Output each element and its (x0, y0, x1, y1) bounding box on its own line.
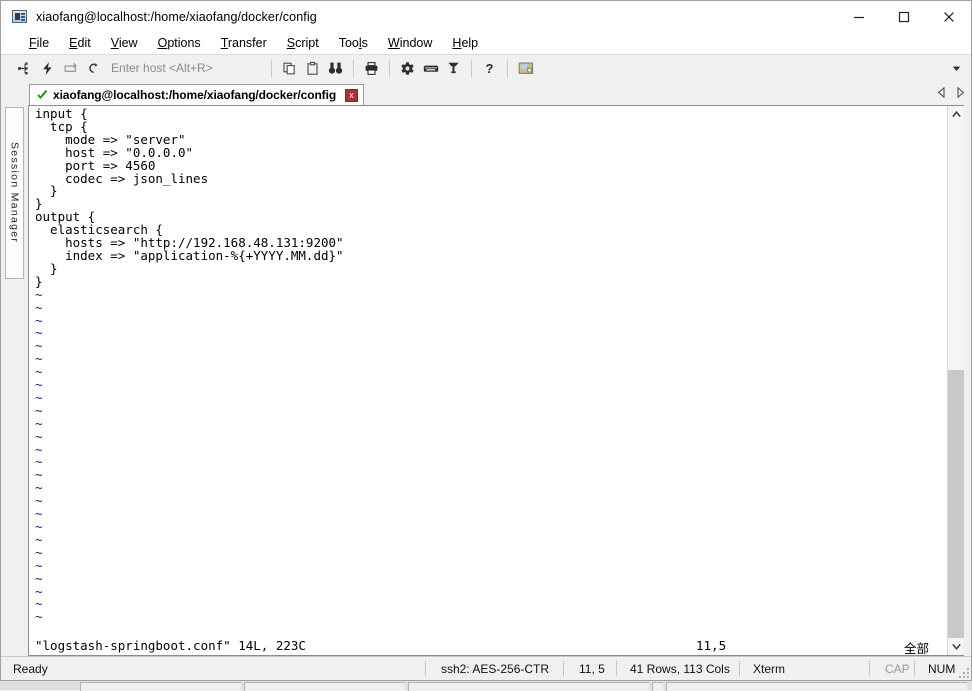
menu-tools[interactable]: Tools (329, 34, 378, 52)
key-icon[interactable] (442, 57, 465, 79)
vim-cursor-position: 11,5 (696, 638, 727, 653)
vim-buffer-content: input { tcp { mode => "server" host => "… (35, 106, 344, 625)
scroll-down-button[interactable] (948, 638, 964, 655)
screen-capture-icon[interactable] (514, 57, 537, 79)
menu-transfer[interactable]: Transfer (211, 34, 277, 52)
find-icon[interactable] (324, 57, 347, 79)
main-area: Session Manager input { tcp { mode => "s… (1, 105, 971, 656)
paste-icon[interactable] (301, 57, 324, 79)
status-divider (425, 661, 426, 676)
quick-connect-icon[interactable] (36, 57, 59, 79)
status-divider (914, 661, 915, 676)
desktop-taskbar (0, 681, 972, 691)
connect-icon[interactable] (13, 57, 36, 79)
status-divider (739, 661, 740, 676)
right-padding (964, 105, 971, 656)
menu-options[interactable]: Options (148, 34, 211, 52)
toolbar-divider (389, 59, 390, 77)
toolbar: Enter host <Alt+R> ? (1, 54, 971, 81)
toolbar-divider (353, 59, 354, 77)
status-bar: Ready ssh2: AES-256-CTR 11, 5 41 Rows, 1… (1, 656, 971, 680)
terminal-scrollbar[interactable] (947, 106, 964, 655)
close-button[interactable] (926, 1, 971, 32)
vim-status-line: "logstash-springboot.conf" 14L, 223C 11,… (35, 638, 943, 655)
status-dimensions: 41 Rows, 113 Cols (630, 661, 730, 676)
print-icon[interactable] (360, 57, 383, 79)
vim-file-info: "logstash-springboot.conf" 14L, 223C (35, 638, 306, 653)
title-bar: xiaofang@localhost:/home/xiaofang/docker… (1, 1, 971, 32)
status-caps-lock: CAP (885, 661, 910, 676)
window-title: xiaofang@localhost:/home/xiaofang/docker… (36, 9, 317, 24)
tab-prev-button[interactable] (937, 85, 946, 103)
svg-text:?: ? (486, 61, 494, 76)
status-cursor-position: 11, 5 (579, 661, 605, 676)
connected-check-icon (36, 89, 49, 102)
session-tab[interactable]: xiaofang@localhost:/home/xiaofang/docker… (29, 84, 365, 105)
reconnect-all-icon[interactable] (59, 57, 82, 79)
vim-empty-line-marker: ~ (35, 609, 43, 625)
scrollbar-track[interactable] (948, 123, 964, 638)
toolbar-divider (507, 59, 508, 77)
menu-file[interactable]: File (19, 34, 59, 52)
scroll-up-button[interactable] (948, 106, 964, 123)
left-dock: Session Manager (1, 105, 28, 656)
securecrt-window: xiaofang@localhost:/home/xiaofang/docker… (0, 0, 972, 681)
status-emulation: Xterm (753, 661, 786, 676)
terminal-panel: input { tcp { mode => "server" host => "… (28, 105, 964, 656)
securecrt-icon (12, 9, 28, 25)
vim-scroll-indicator: 全部 (903, 641, 929, 655)
status-divider (563, 661, 564, 676)
toolbar-divider (471, 59, 472, 77)
settings-gear-icon[interactable] (396, 57, 419, 79)
menu-window[interactable]: Window (378, 34, 442, 52)
maximize-button[interactable] (881, 1, 926, 32)
menu-script[interactable]: Script (277, 34, 329, 52)
menu-bar: File Edit View Options Transfer Script T… (1, 32, 971, 54)
status-divider (869, 661, 870, 676)
host-input[interactable]: Enter host <Alt+R> (111, 61, 259, 75)
toolbar-overflow-button[interactable] (948, 55, 965, 81)
status-encryption: ssh2: AES-256-CTR (441, 661, 550, 676)
minimize-button[interactable] (836, 1, 881, 32)
tab-next-button[interactable] (956, 85, 965, 103)
window-controls (836, 1, 971, 32)
session-manager-label: Session Manager (8, 142, 21, 244)
menu-view[interactable]: View (101, 34, 148, 52)
session-tab-label: xiaofang@localhost:/home/xiaofang/docker… (53, 88, 337, 102)
terminal-text: input { tcp { mode => "server" host => "… (35, 106, 947, 625)
scrollbar-thumb[interactable] (948, 370, 964, 638)
session-tab-bar: xiaofang@localhost:/home/xiaofang/docker… (1, 81, 971, 105)
keyboard-icon[interactable] (419, 57, 442, 79)
tab-close-button[interactable]: x (345, 88, 359, 102)
session-manager-tab[interactable]: Session Manager (5, 107, 24, 279)
copy-icon[interactable] (278, 57, 301, 79)
status-state: Ready (13, 661, 48, 676)
menu-help[interactable]: Help (442, 34, 488, 52)
tab-navigation (937, 85, 965, 103)
menu-edit[interactable]: Edit (59, 34, 101, 52)
resize-grip[interactable] (957, 666, 969, 678)
terminal-screen[interactable]: input { tcp { mode => "server" host => "… (29, 106, 947, 655)
help-icon[interactable]: ? (478, 57, 501, 79)
status-divider (616, 661, 617, 676)
reconnect-icon[interactable] (82, 57, 105, 79)
toolbar-divider (271, 59, 272, 77)
